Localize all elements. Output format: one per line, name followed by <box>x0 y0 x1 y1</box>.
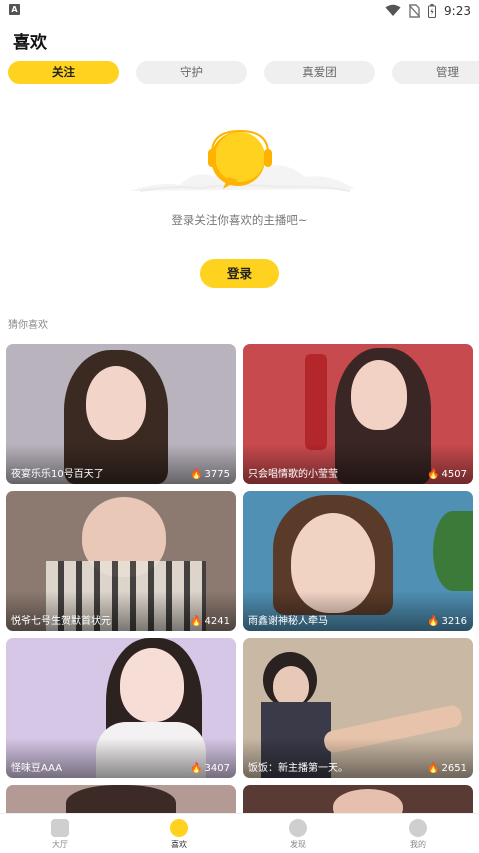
heat-count: 🔥 3216 <box>427 616 467 627</box>
stream-title: 饭饭：新主播第一天。 <box>248 763 348 774</box>
flame-icon: 🔥 <box>190 616 203 627</box>
tab-fan-club[interactable]: 真爱团 <box>264 61 375 84</box>
clock: 9:23 <box>444 3 471 18</box>
lobby-icon <box>51 819 69 837</box>
flame-icon: 🔥 <box>427 469 440 480</box>
empty-state-illustration <box>130 129 355 192</box>
tab-manage[interactable]: 管理 <box>392 61 479 84</box>
nav-mine[interactable]: 我的 <box>388 819 448 850</box>
status-icons: 9:23 <box>385 3 471 18</box>
heat-count: 🔥 4507 <box>427 469 467 480</box>
stream-card[interactable]: 悦爷七号生贺默首状元 🔥 4241 <box>6 491 236 631</box>
wifi-icon <box>385 4 401 16</box>
stream-card[interactable]: 夜宴乐乐10号百天了 🔥 3775 <box>6 344 236 484</box>
stream-title: 悦爷七号生贺默首状元 <box>11 616 111 627</box>
empty-state-message: 登录关注你喜欢的主播吧~ <box>171 213 308 227</box>
page-title: 喜欢 <box>13 33 47 53</box>
tab-follow[interactable]: 关注 <box>8 61 119 84</box>
no-sim-icon <box>409 3 421 18</box>
star-icon <box>170 819 188 837</box>
stream-card[interactable]: 只会唱情歌的小莹莹 🔥 4507 <box>243 344 473 484</box>
bottom-nav: 大厅 喜欢 发现 我的 <box>0 813 479 853</box>
flame-icon: 🔥 <box>190 763 203 774</box>
battery-icon <box>428 3 437 18</box>
heat-count: 🔥 3407 <box>190 763 230 774</box>
login-button[interactable]: 登录 <box>200 259 279 288</box>
flame-icon: 🔥 <box>190 469 203 480</box>
heat-count: 🔥 4241 <box>190 616 230 627</box>
stream-title: 怪味豆AAA <box>11 763 63 774</box>
stream-card[interactable]: 怪味豆AAA 🔥 3407 <box>6 638 236 778</box>
flame-icon: 🔥 <box>427 763 440 774</box>
stream-title: 夜宴乐乐10号百天了 <box>11 469 104 480</box>
nav-discover[interactable]: 发现 <box>268 819 328 850</box>
stream-card[interactable]: 雨鑫谢神秘人牵马 🔥 3216 <box>243 491 473 631</box>
notification-badge: A <box>9 4 20 15</box>
tab-bar: 关注 守护 真爱团 管理 <box>8 61 479 85</box>
stream-title: 只会唱情歌的小莹莹 <box>248 469 338 480</box>
tab-guard[interactable]: 守护 <box>136 61 247 84</box>
nav-lobby[interactable]: 大厅 <box>30 819 90 850</box>
status-bar: A 9:23 <box>0 0 479 22</box>
nav-like[interactable]: 喜欢 <box>149 819 209 850</box>
section-title: 猜你喜欢 <box>8 320 48 331</box>
heat-count: 🔥 2651 <box>427 763 467 774</box>
flame-icon: 🔥 <box>427 616 440 627</box>
profile-icon <box>409 819 427 837</box>
compass-icon <box>289 819 307 837</box>
heat-count: 🔥 3775 <box>190 469 230 480</box>
stream-title: 雨鑫谢神秘人牵马 <box>248 616 328 627</box>
stream-card[interactable]: 饭饭：新主播第一天。 🔥 2651 <box>243 638 473 778</box>
